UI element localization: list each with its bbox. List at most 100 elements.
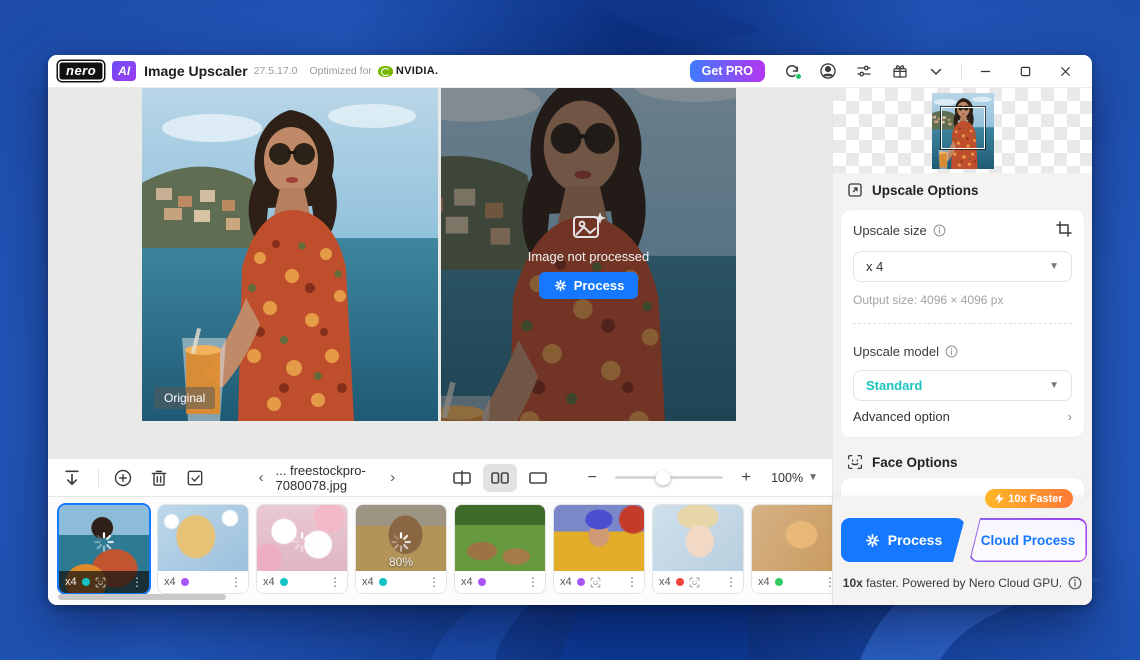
original-label: Original [154, 387, 215, 409]
status-dot [379, 578, 387, 586]
process-button[interactable]: Process [841, 518, 965, 562]
thumbnail-info-bar: x4 ⋮ [356, 571, 446, 593]
upscale-size-dropdown[interactable]: x 4▼ [853, 251, 1072, 282]
gift-icon[interactable] [891, 62, 909, 80]
scale-label: x4 [164, 576, 176, 588]
advanced-option-row[interactable]: Advanced option› [853, 409, 1072, 424]
add-image-icon[interactable] [113, 468, 133, 488]
upscale-model-label: Upscale model [853, 344, 958, 359]
processed-image-panel[interactable]: Image not processed Process [441, 88, 736, 421]
thumbnail-image [455, 505, 545, 571]
status-dot [82, 578, 90, 586]
next-file-button[interactable]: › [388, 469, 397, 486]
zoom-level-value[interactable]: 100% [771, 471, 803, 485]
previous-file-button[interactable]: ‹ [257, 469, 266, 486]
thumbnail-menu-button[interactable]: ⋮ [527, 576, 539, 588]
single-view-button[interactable] [521, 464, 555, 492]
cloud-footer-note: 10x faster. Powered by Nero Cloud GPU. [833, 576, 1092, 590]
filmstrip-thumbnail[interactable]: x4 ⋮ [455, 505, 545, 593]
thumbnail-info-bar: x4 ⋮ [455, 571, 545, 593]
thumbnail-image [752, 505, 832, 571]
thumbnail-menu-button[interactable]: ⋮ [824, 576, 832, 588]
preview-thumbnail[interactable] [932, 93, 994, 169]
account-icon[interactable] [819, 62, 837, 80]
image-viewer: Original Image not processed [48, 88, 832, 458]
thumbnail-menu-button[interactable]: ⋮ [725, 576, 737, 588]
sync-status-dot [795, 73, 802, 80]
thumbnail-info-bar: x4 ⋮ [752, 571, 832, 593]
loading-spinner-icon [291, 531, 313, 553]
not-processed-message: Image not processed [528, 249, 649, 264]
scale-label: x4 [659, 576, 671, 588]
get-pro-button[interactable]: Get PRO [690, 60, 765, 82]
thumbnail-menu-button[interactable]: ⋮ [131, 576, 143, 588]
status-dot [775, 578, 783, 586]
info-icon[interactable] [945, 345, 958, 358]
cloud-process-button[interactable]: Cloud Process [969, 518, 1087, 562]
side-by-side-view-button[interactable] [483, 464, 517, 492]
zoom-out-button[interactable]: − [583, 469, 601, 487]
filmstrip-thumbnail[interactable]: x4 ⋮ [653, 505, 743, 593]
thumbnail-image [653, 505, 743, 571]
zoom-dropdown-chevron[interactable]: ▼ [808, 472, 818, 483]
output-size-label: Output size: 4096 × 4096 px [853, 293, 1003, 307]
scale-label: x4 [362, 576, 374, 588]
face-detected-icon [95, 577, 106, 588]
nvidia-wordmark: NVIDIA. [396, 65, 438, 77]
zoom-slider[interactable] [615, 476, 723, 479]
upscale-options-header: Upscale Options [847, 182, 979, 198]
filmstrip-thumbnail[interactable]: x4 ⋮ [59, 505, 149, 593]
info-icon[interactable] [1068, 576, 1082, 590]
process-spinner-icon [864, 532, 881, 549]
progress-label: 80% [356, 555, 446, 569]
image-sparkle-icon [572, 211, 606, 241]
thumbnail-info-bar: x4 ⋮ [158, 571, 248, 593]
zoom-slider-handle[interactable] [655, 470, 670, 485]
optimized-for-label: Optimized for [309, 65, 371, 77]
thumbnail-menu-button[interactable]: ⋮ [230, 576, 242, 588]
filmstrip-thumbnail[interactable]: x4 ⋮ [158, 505, 248, 593]
upscale-model-dropdown[interactable]: Standard▼ [853, 370, 1072, 401]
info-icon[interactable] [933, 224, 946, 237]
download-icon[interactable] [62, 468, 82, 488]
thumbnail-info-bar: x4 ⋮ [554, 571, 644, 593]
sync-icon[interactable] [783, 62, 801, 80]
filmstrip-thumbnail[interactable]: x4 ⋮ [257, 505, 347, 593]
lightning-icon [995, 493, 1004, 504]
overlay-process-button[interactable]: Process [539, 272, 639, 299]
thumbnail-info-bar: x4 ⋮ [59, 571, 149, 593]
settings-sliders-icon[interactable] [855, 62, 873, 80]
thumbnail-info-bar: x4 ⋮ [257, 571, 347, 593]
not-processed-overlay: Image not processed Process [441, 88, 736, 421]
close-button[interactable] [1048, 59, 1082, 83]
original-image-panel[interactable]: Original [142, 88, 438, 421]
minimize-button[interactable] [968, 59, 1002, 83]
thumbnail-menu-button[interactable]: ⋮ [329, 576, 341, 588]
scale-label: x4 [65, 576, 77, 588]
chevron-down-icon[interactable] [927, 62, 945, 80]
thumbnail-menu-button[interactable]: ⋮ [428, 576, 440, 588]
zoom-in-button[interactable]: + [737, 469, 755, 487]
thumbnail-menu-button[interactable]: ⋮ [626, 576, 638, 588]
filmstrip-scrollbar[interactable] [58, 594, 226, 600]
scale-label: x4 [263, 576, 275, 588]
thumbnail-image [554, 505, 644, 571]
face-scan-icon [847, 454, 863, 470]
crop-icon[interactable] [1056, 221, 1072, 237]
filmstrip-thumbnail[interactable]: x4 ⋮ [554, 505, 644, 593]
crop-region-indicator[interactable] [941, 107, 985, 149]
ai-logo: AI [112, 61, 136, 81]
maximize-button[interactable] [1008, 59, 1042, 83]
compare-slider-view-button[interactable] [445, 464, 479, 492]
face-detected-icon [689, 577, 700, 588]
filmstrip-thumbnail[interactable]: 80% x4 ⋮ [356, 505, 446, 593]
status-dot [280, 578, 288, 586]
thumbnail-image [158, 505, 248, 571]
scale-label: x4 [758, 576, 770, 588]
face-detected-icon [590, 577, 601, 588]
delete-icon[interactable] [149, 468, 169, 488]
upscale-size-label: Upscale size [853, 223, 946, 238]
select-all-icon[interactable] [185, 468, 205, 488]
loading-spinner-icon [93, 531, 115, 553]
filmstrip-thumbnail[interactable]: x4 ⋮ [752, 505, 832, 593]
